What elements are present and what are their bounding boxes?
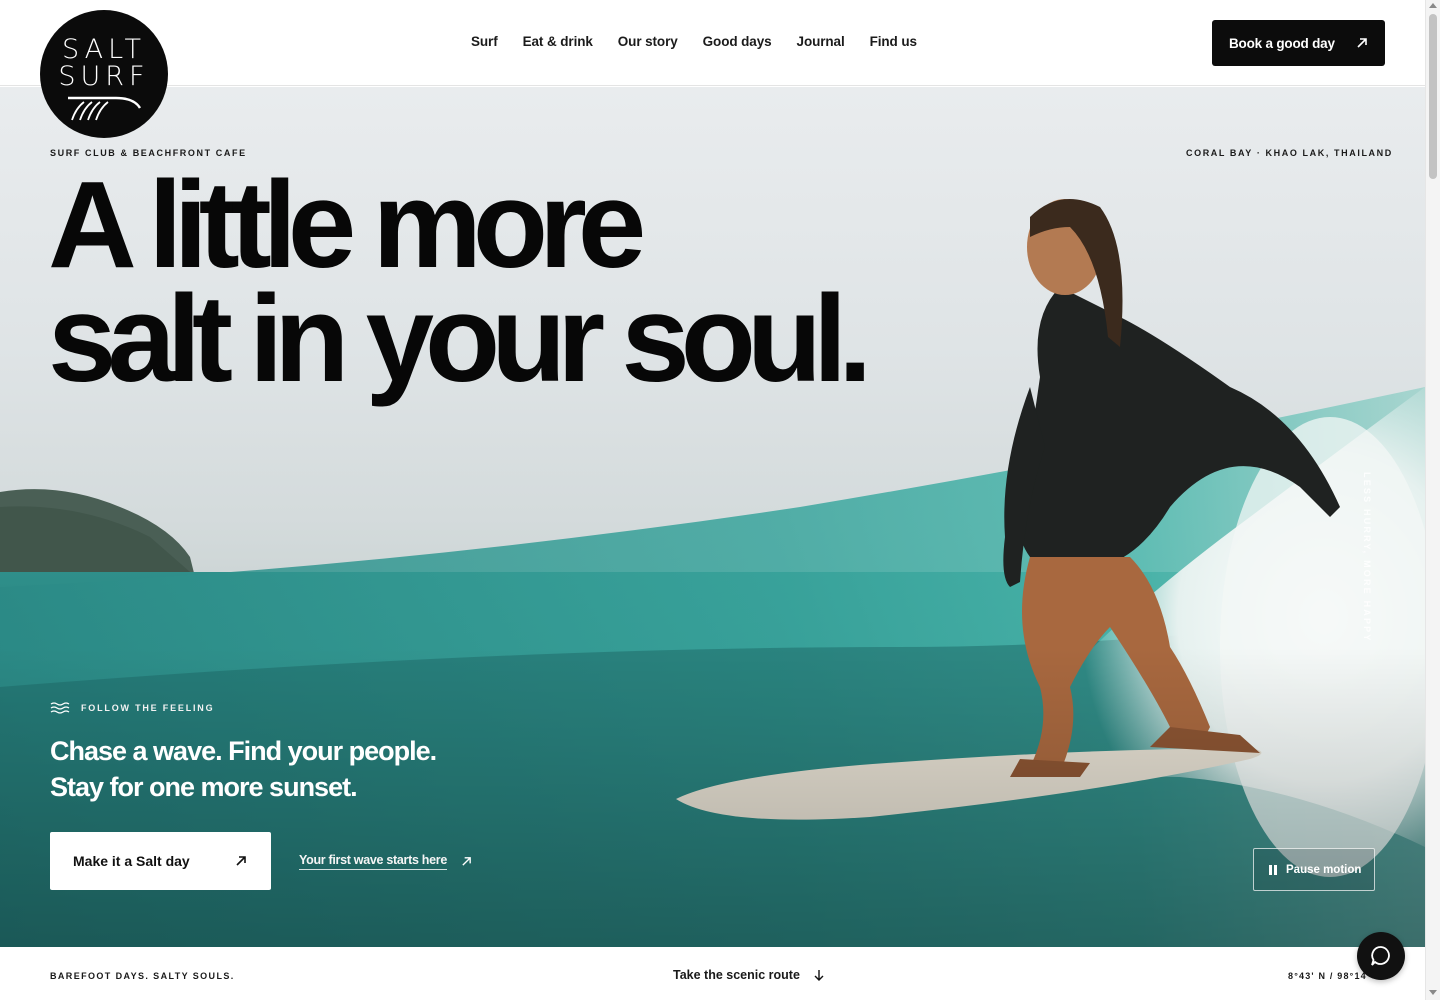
arrow-down-icon	[814, 970, 824, 981]
nav-item-journal[interactable]: Journal	[797, 34, 845, 49]
sub-line-2: Stay for one more sunset.	[50, 772, 358, 802]
site-header: Surf Eat & drink Our story Good days Jou…	[0, 0, 1425, 86]
salt-surf-logo[interactable]: SALT SURF	[40, 10, 168, 138]
footer-slogan: BAREFOOT DAYS. SALTY SOULS.	[50, 971, 235, 981]
page-scrollbar[interactable]	[1425, 0, 1440, 1000]
arrow-up-right-icon	[462, 857, 471, 866]
pause-icon	[1269, 864, 1277, 875]
vertical-slogan: LESS HURRY, MORE HAPPY	[1362, 472, 1372, 643]
nav-item-find-us[interactable]: Find us	[870, 34, 917, 49]
bottom-bar: BAREFOOT DAYS. SALTY SOULS. Take the sce…	[0, 947, 1425, 1000]
hero-section: SURF CLUB & BEACHFRONT CAFE CORAL BAY · …	[0, 87, 1425, 947]
nav-item-our-story[interactable]: Our story	[618, 34, 678, 49]
scenic-route-link[interactable]: Take the scenic route	[673, 968, 824, 982]
chat-button[interactable]	[1357, 932, 1405, 980]
location-label: CORAL BAY · KHAO LAK, THAILAND	[1186, 148, 1393, 158]
book-button-label: Book a good day	[1229, 35, 1335, 51]
book-button[interactable]: Book a good day	[1212, 20, 1385, 66]
nav-item-eat-drink[interactable]: Eat & drink	[523, 34, 593, 49]
scroll-up-icon[interactable]	[1429, 3, 1437, 8]
pause-motion-button[interactable]: Pause motion	[1253, 848, 1375, 891]
logo-wave-icon	[68, 96, 142, 121]
first-wave-link-label: Your first wave starts here	[299, 853, 447, 870]
nav-item-surf[interactable]: Surf	[471, 34, 498, 49]
first-wave-link[interactable]: Your first wave starts here	[299, 853, 472, 870]
nav-item-good-days[interactable]: Good days	[703, 34, 772, 49]
make-salt-day-button[interactable]: Make it a Salt day	[50, 832, 271, 890]
scrollbar-thumb[interactable]	[1429, 14, 1437, 179]
hero-headline: A little more salt in your soul.	[48, 157, 872, 408]
scenic-route-label: Take the scenic route	[673, 968, 800, 982]
cta-label: Make it a Salt day	[73, 853, 190, 869]
tagline-text: FOLLOW THE FEELING	[81, 703, 215, 713]
headline-line-1: A little more	[48, 157, 646, 294]
logo-word-surf: SURF	[58, 61, 150, 92]
waves-icon	[50, 702, 70, 714]
scroll-down-icon[interactable]	[1429, 990, 1437, 995]
pause-label: Pause motion	[1286, 863, 1362, 876]
headline-line-2: salt in your soul.	[48, 271, 872, 408]
chat-bubble-icon	[1371, 946, 1390, 966]
main-nav: Surf Eat & drink Our story Good days Jou…	[471, 34, 917, 49]
arrow-up-right-icon	[1357, 38, 1367, 48]
tagline: FOLLOW THE FEELING	[50, 701, 214, 715]
arrow-up-right-icon	[236, 856, 246, 866]
sub-line-1: Chase a wave. Find your people.	[50, 736, 437, 766]
hero-subheading: Chase a wave. Find your people. Stay for…	[50, 733, 437, 805]
